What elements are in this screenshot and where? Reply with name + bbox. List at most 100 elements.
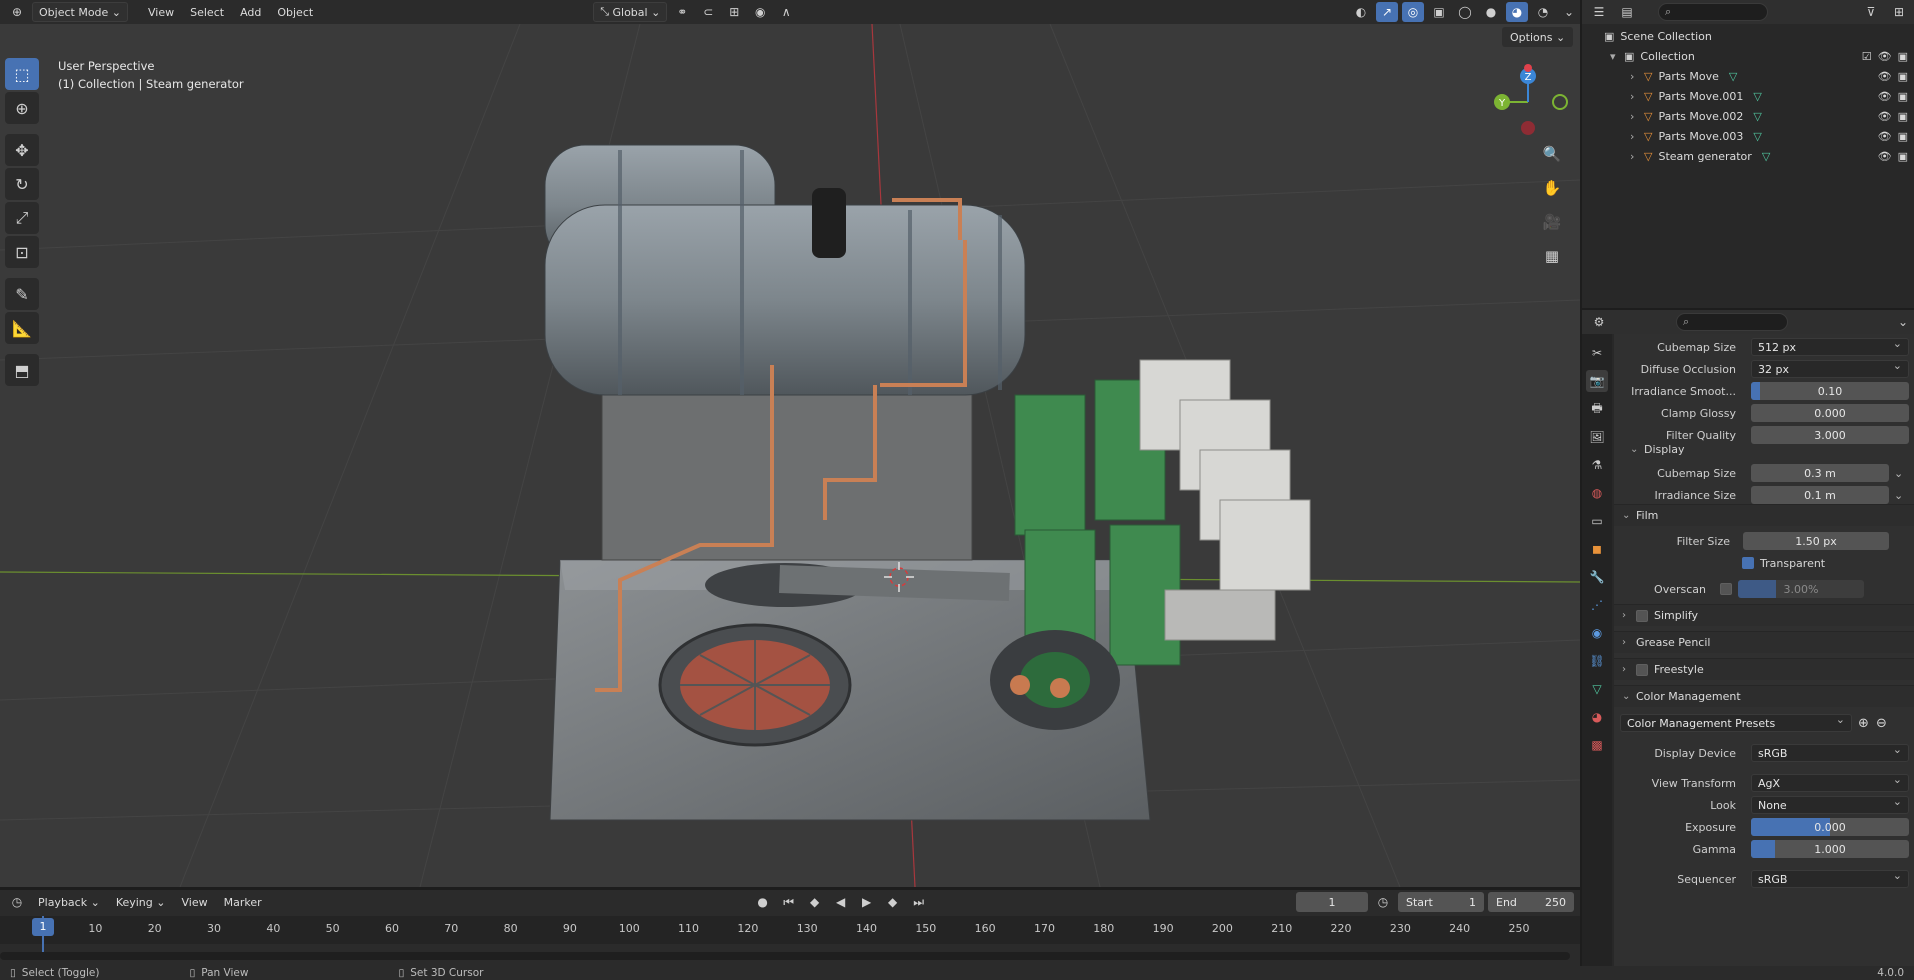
tool-tab-icon[interactable]: ✂	[1586, 342, 1608, 364]
view-layer-tab-icon[interactable]: 🖼	[1586, 426, 1608, 448]
simplify-panel-header[interactable]: › Simplify	[1614, 604, 1914, 626]
data-tab-icon[interactable]: ▽	[1586, 678, 1608, 700]
eye-icon[interactable]: 👁	[1878, 110, 1892, 123]
film-panel-header[interactable]: ⌄ Film	[1614, 504, 1914, 526]
outliner-item[interactable]: › ▽ Parts Move.002 ▽ 👁 ▣	[1582, 106, 1914, 126]
menu-view[interactable]: View	[142, 2, 180, 22]
new-collection-icon[interactable]: ⊞	[1888, 2, 1910, 22]
camera-icon[interactable]: ▣	[1898, 110, 1908, 123]
ortho-toggle-icon[interactable]: ▦	[1538, 242, 1566, 270]
prev-keyframe-icon[interactable]: ◆	[804, 892, 826, 912]
rendered-shading-icon[interactable]: ◔	[1532, 2, 1554, 22]
gamma-slider[interactable]: 1.000	[1751, 840, 1909, 858]
display-subpanel-header[interactable]: ⌄ Display	[1614, 438, 1914, 460]
transparent-checkbox[interactable]	[1742, 557, 1754, 569]
camera-icon[interactable]: ▣	[1898, 50, 1908, 63]
mode-dropdown[interactable]: Object Mode ⌄	[32, 2, 129, 22]
camera-icon[interactable]: ▣	[1898, 90, 1908, 103]
editor-type-icon[interactable]: ⊕	[6, 2, 28, 22]
proportional-edit-icon[interactable]: ◉	[749, 2, 771, 22]
constraints-tab-icon[interactable]: ⛓	[1586, 650, 1608, 672]
measure-tool-icon[interactable]: 📐	[5, 312, 39, 344]
orientation-dropdown[interactable]: ⤡ Global ⌄	[593, 2, 668, 22]
menu-select[interactable]: Select	[184, 2, 230, 22]
overscan-field[interactable]: 3.00%	[1738, 580, 1864, 598]
transform-tool-icon[interactable]: ⊡	[5, 236, 39, 268]
outliner-search-input[interactable]: ⌕	[1658, 3, 1768, 21]
outliner-item[interactable]: › ▽ Parts Move ▽ 👁 ▣	[1582, 66, 1914, 86]
preview-range-icon[interactable]: ◷	[1372, 892, 1394, 912]
overscan-checkbox[interactable]	[1720, 583, 1732, 595]
play-icon[interactable]: ▶	[856, 892, 878, 912]
outliner-item[interactable]: › ▽ Parts Move.001 ▽ 👁 ▣	[1582, 86, 1914, 106]
select-box-tool-icon[interactable]: ⬚	[5, 58, 39, 90]
filter-icon[interactable]: ⊽	[1860, 2, 1882, 22]
particles-tab-icon[interactable]: ⋰	[1586, 594, 1608, 616]
camera-icon[interactable]: ▣	[1898, 70, 1908, 83]
filter-size-field[interactable]: 1.50 px	[1743, 532, 1889, 550]
freestyle-checkbox[interactable]	[1636, 663, 1648, 676]
collection-row[interactable]: ▾ ▣ Collection ☑ 👁 ▣	[1582, 46, 1914, 66]
exposure-slider[interactable]: 0.000	[1751, 818, 1909, 836]
property-field[interactable]: 0.10	[1751, 382, 1909, 400]
next-keyframe-icon[interactable]: ◆	[882, 892, 904, 912]
marker-menu[interactable]: Marker	[218, 892, 268, 912]
freestyle-panel-header[interactable]: › Freestyle	[1614, 658, 1914, 680]
outliner-item[interactable]: › ▽ Steam generator ▽ 👁 ▣	[1582, 146, 1914, 166]
property-field[interactable]: 0.3 m	[1751, 464, 1889, 482]
overlay-toggle-icon[interactable]: ◎	[1402, 2, 1424, 22]
annotate-tool-icon[interactable]: ✎	[5, 278, 39, 310]
physics-tab-icon[interactable]: ◉	[1586, 622, 1608, 644]
property-field[interactable]: 0.000	[1751, 404, 1909, 422]
view-transform-dropdown[interactable]: AgX	[1751, 773, 1909, 792]
collection-tab-icon[interactable]: ▭	[1586, 510, 1608, 532]
jump-start-icon[interactable]: ⏮	[778, 892, 800, 912]
material-preview-icon[interactable]: ◕	[1506, 2, 1528, 22]
texture-tab-icon[interactable]: ▩	[1586, 734, 1608, 756]
record-icon[interactable]: ●	[752, 892, 774, 912]
property-field[interactable]: 0.1 m	[1751, 486, 1889, 504]
add-preset-icon[interactable]: ⊕	[1858, 716, 1869, 731]
snap-icon[interactable]: ⊂	[697, 2, 719, 22]
end-frame-field[interactable]: End 250	[1488, 892, 1574, 912]
timeline-editor-icon[interactable]: ◷	[6, 892, 28, 912]
menu-add[interactable]: Add	[234, 2, 267, 22]
expand-icon[interactable]: ›	[1630, 110, 1644, 123]
eye-icon[interactable]: 👁	[1878, 90, 1892, 103]
pan-hand-icon[interactable]: ✋	[1538, 174, 1566, 202]
snap-target-icon[interactable]: ⊞	[723, 2, 745, 22]
scene-collection-row[interactable]: ▣ Scene Collection	[1582, 26, 1914, 46]
chevron-down-icon[interactable]: ⌄	[1894, 489, 1903, 502]
outliner-item[interactable]: › ▽ Parts Move.003 ▽ 👁 ▣	[1582, 126, 1914, 146]
menu-object[interactable]: Object	[271, 2, 319, 22]
checkbox-icon[interactable]: ☑	[1862, 50, 1872, 63]
eye-icon[interactable]: 👁	[1878, 130, 1892, 143]
scale-tool-icon[interactable]: ⤢	[5, 202, 39, 234]
eye-icon[interactable]: 👁	[1878, 150, 1892, 163]
world-tab-icon[interactable]: ◍	[1586, 482, 1608, 504]
scene-canvas[interactable]	[0, 0, 1580, 887]
camera-icon[interactable]: ▣	[1898, 150, 1908, 163]
property-field[interactable]: 32 px	[1751, 359, 1909, 378]
wireframe-shading-icon[interactable]: ◯	[1454, 2, 1476, 22]
material-tab-icon[interactable]: ◕	[1586, 706, 1608, 728]
simplify-checkbox[interactable]	[1636, 609, 1648, 622]
expand-icon[interactable]: ›	[1630, 150, 1644, 163]
transparent-row[interactable]: Transparent	[1614, 552, 1914, 574]
pivot-icon[interactable]: ⚭	[671, 2, 693, 22]
rotate-tool-icon[interactable]: ↻	[5, 168, 39, 200]
jump-end-icon[interactable]: ⏭	[908, 892, 930, 912]
object-tab-icon[interactable]: ◼	[1586, 538, 1608, 560]
render-tab-icon[interactable]: 📷	[1586, 370, 1608, 392]
gizmo-toggle-icon[interactable]: ↗	[1376, 2, 1398, 22]
display-mode-icon[interactable]: ▤	[1616, 2, 1638, 22]
color-management-panel-header[interactable]: ⌄ Color Management	[1614, 685, 1914, 707]
properties-editor-icon[interactable]: ⚙	[1588, 312, 1610, 332]
shading-options-icon[interactable]: ⌄	[1558, 2, 1580, 22]
falloff-icon[interactable]: ∧	[775, 2, 797, 22]
playback-menu[interactable]: Playback ⌄	[32, 892, 106, 912]
camera-view-icon[interactable]: 🎥	[1538, 208, 1566, 236]
timeline-scrollbar[interactable]	[0, 952, 1570, 960]
visibility-icon[interactable]: ◐	[1350, 2, 1372, 22]
output-tab-icon[interactable]: 🖶	[1586, 398, 1608, 420]
